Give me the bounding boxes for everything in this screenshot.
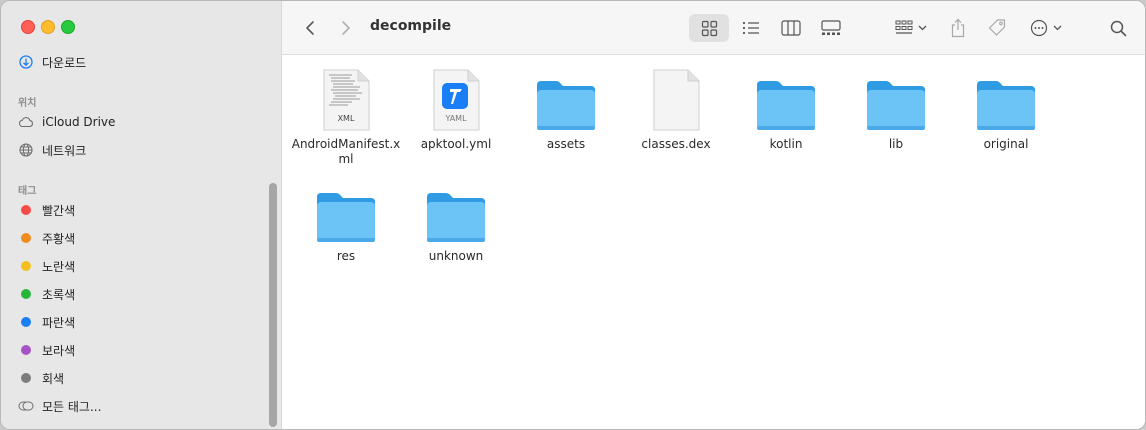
file-grid: XML AndroidManifest.xml YAML apktool.yml — [282, 55, 1145, 429]
sidebar-item-label: 주황색 — [42, 231, 76, 246]
sidebar-item-label: 파란색 — [42, 315, 76, 330]
folder-item-assets[interactable]: assets — [511, 69, 621, 152]
sidebar-item-label: 초록색 — [42, 287, 76, 302]
sidebar-item-all-tags[interactable]: 모든 태그... — [18, 396, 101, 416]
sidebar-item-label: 보라색 — [42, 343, 76, 358]
tag-color-dot — [21, 373, 31, 383]
tag-button[interactable] — [984, 14, 1010, 42]
sidebar-tag-purple[interactable]: 보라색 — [18, 340, 75, 360]
folder-icon — [867, 81, 925, 130]
tag-color-dot — [21, 261, 31, 271]
file-item-apktool-yml[interactable]: YAML apktool.yml — [401, 69, 511, 152]
group-by-button[interactable] — [890, 14, 932, 42]
sidebar: 다운로드 위치 iCloud Drive 네트워크 태그 빨간색 주황색 노란색 — [1, 1, 282, 429]
chevron-down-icon — [918, 25, 927, 31]
section-header-locations: 위치 — [18, 98, 37, 109]
sidebar-tag-yellow[interactable]: 노란색 — [18, 256, 75, 276]
file-name: original — [983, 137, 1029, 151]
file-name: unknown — [428, 249, 484, 263]
sidebar-scrollbar[interactable] — [269, 183, 277, 427]
folder-icon — [427, 193, 485, 242]
file-name: apktool.yml — [420, 137, 492, 151]
icon-view-button[interactable] — [689, 14, 729, 42]
sidebar-tag-blue[interactable]: 파란색 — [18, 312, 75, 332]
chevron-right-icon — [342, 21, 350, 35]
list-view-button[interactable] — [737, 14, 765, 42]
sidebar-item-network[interactable]: 네트워크 — [18, 140, 86, 160]
share-button[interactable] — [946, 14, 970, 42]
sidebar-item-icloud-drive[interactable]: iCloud Drive — [18, 112, 115, 132]
globe-icon — [18, 142, 34, 158]
search-button[interactable] — [1106, 14, 1130, 42]
yaml-document-icon: YAML — [433, 69, 480, 131]
tag-color-dot — [21, 205, 31, 215]
file-name: res — [336, 249, 356, 263]
gallery-view-icon — [821, 20, 841, 35]
download-icon — [18, 54, 34, 70]
sidebar-item-label: 네트워크 — [42, 143, 87, 158]
ellipsis-circle-icon — [1030, 19, 1048, 37]
section-header-tags: 태그 — [18, 186, 37, 197]
sidebar-tag-red[interactable]: 빨간색 — [18, 200, 75, 220]
forward-button[interactable] — [336, 14, 356, 42]
minimize-window-button[interactable] — [41, 20, 55, 34]
folder-item-unknown[interactable]: unknown — [401, 181, 511, 264]
grid-view-icon — [701, 20, 717, 36]
xml-document-icon: XML — [323, 69, 370, 131]
tag-icon — [988, 19, 1006, 36]
column-view-button[interactable] — [777, 14, 805, 42]
tag-color-dot — [21, 317, 31, 327]
sidebar-item-label: 노란색 — [42, 259, 76, 274]
file-name: lib — [888, 137, 904, 151]
close-window-button[interactable] — [21, 20, 35, 34]
file-name: kotlin — [769, 137, 803, 151]
window-title: decompile — [370, 18, 452, 34]
folder-item-lib[interactable]: lib — [841, 69, 951, 152]
sidebar-tag-green[interactable]: 초록색 — [18, 284, 75, 304]
gallery-view-button[interactable] — [817, 14, 845, 42]
cloud-icon — [18, 114, 34, 130]
file-name: AndroidManifest.xml — [291, 137, 401, 166]
zoom-window-button[interactable] — [61, 20, 75, 34]
file-name: assets — [546, 137, 586, 151]
sidebar-item-label: 다운로드 — [42, 55, 87, 70]
toolbar: decompile — [282, 1, 1145, 55]
file-name: classes.dex — [641, 137, 711, 151]
sidebar-tag-orange[interactable]: 주황색 — [18, 228, 75, 248]
folder-item-res[interactable]: res — [291, 181, 401, 264]
finder-window: 다운로드 위치 iCloud Drive 네트워크 태그 빨간색 주황색 노란색 — [0, 0, 1146, 430]
more-actions-button[interactable] — [1026, 14, 1066, 42]
sidebar-item-label: 모든 태그... — [42, 399, 102, 414]
blank-document-icon — [653, 69, 700, 131]
file-item-classes-dex[interactable]: classes.dex — [621, 69, 731, 152]
search-icon — [1110, 20, 1126, 36]
tag-color-dot — [21, 289, 31, 299]
tag-color-dot — [21, 233, 31, 243]
folder-icon — [317, 193, 375, 242]
chevron-down-icon — [1053, 25, 1062, 31]
folder-icon — [977, 81, 1035, 130]
sidebar-tag-gray[interactable]: 회색 — [18, 368, 64, 388]
file-item-androidmanifest-xml[interactable]: XML AndroidManifest.xml — [291, 69, 401, 167]
sidebar-item-label: 빨간색 — [42, 203, 76, 218]
back-button[interactable] — [300, 14, 320, 42]
group-icon — [895, 20, 913, 34]
sidebar-item-label: iCloud Drive — [42, 115, 116, 129]
tag-color-dot — [21, 345, 31, 355]
share-icon — [951, 18, 965, 38]
column-view-icon — [781, 20, 801, 36]
file-badge: YAML — [444, 114, 467, 123]
folder-icon — [757, 81, 815, 130]
folder-item-original[interactable]: original — [951, 69, 1061, 152]
list-view-icon — [742, 21, 759, 35]
chevron-left-icon — [306, 21, 314, 35]
file-badge: XML — [338, 114, 355, 123]
sidebar-item-downloads[interactable]: 다운로드 — [18, 52, 86, 72]
folder-item-kotlin[interactable]: kotlin — [731, 69, 841, 152]
folder-icon — [537, 81, 595, 130]
all-tags-icon — [18, 398, 34, 414]
sidebar-item-label: 회색 — [42, 371, 65, 386]
